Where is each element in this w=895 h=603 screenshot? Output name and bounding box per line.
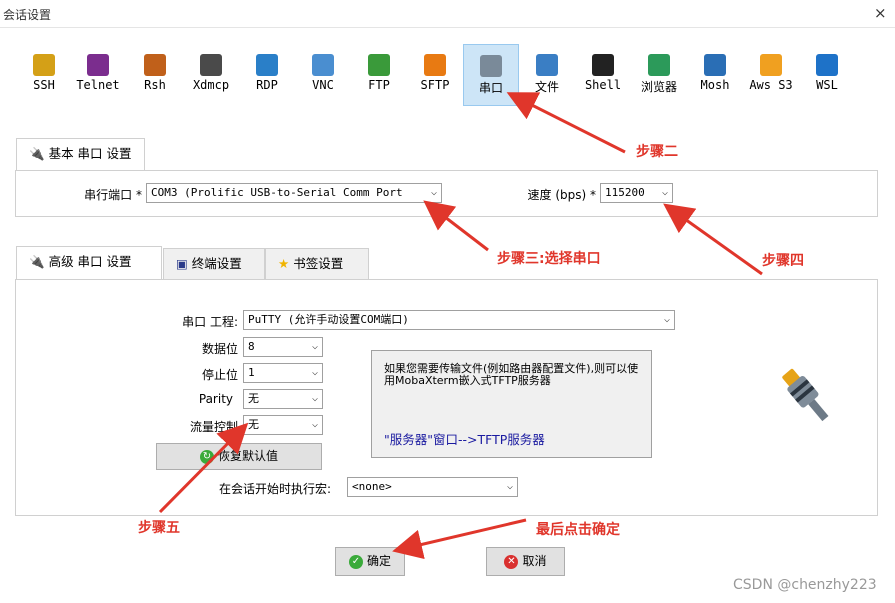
annotation-step3: 步骤三:选择串口	[497, 251, 601, 267]
annotation-final: 最后点击确定	[536, 522, 620, 538]
arrow-step3	[423, 200, 489, 252]
annotation-step4: 步骤四	[762, 253, 804, 269]
watermark: CSDN @chenzhy223	[733, 577, 877, 593]
arrow-final	[392, 518, 527, 560]
annotation-step2: 步骤二	[636, 144, 678, 160]
arrow-step2	[506, 92, 626, 154]
annotation-step5: 步骤五	[138, 520, 180, 536]
annotation-arrows	[158, 92, 763, 560]
arrow-step5	[158, 422, 249, 514]
arrow-step4	[663, 203, 763, 276]
